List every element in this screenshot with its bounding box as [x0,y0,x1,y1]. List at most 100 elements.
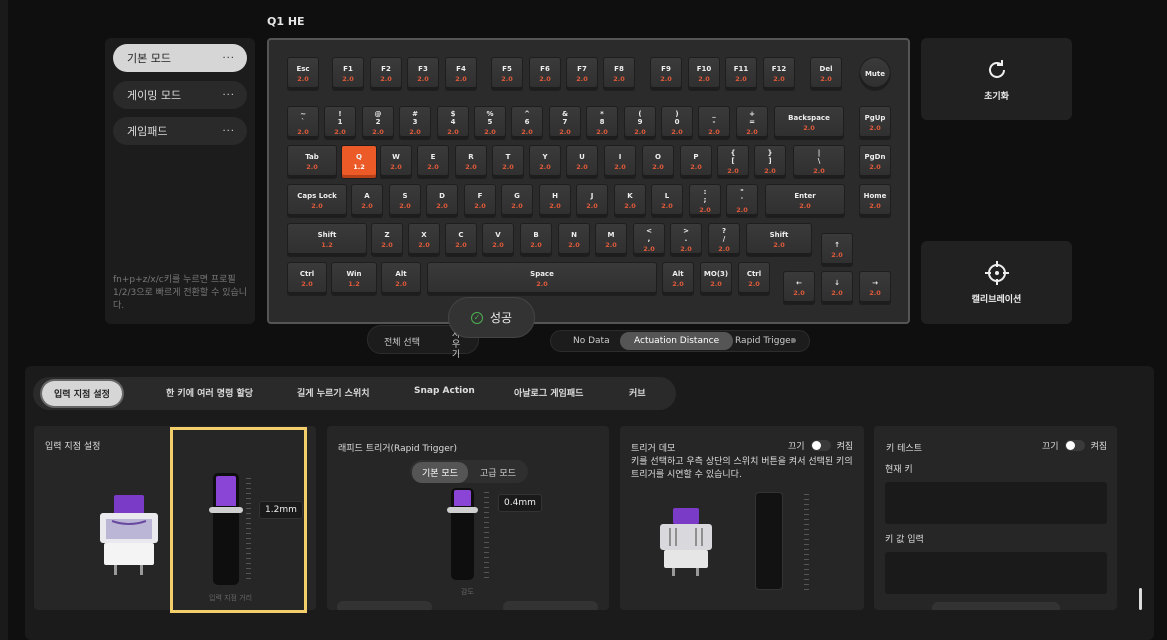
tab-long-press[interactable]: 길게 누르기 스위치 [297,386,370,399]
rapid-option-a[interactable] [337,601,432,610]
key-k[interactable]: K 2.0 [614,184,646,218]
key-t[interactable]: T 2.0 [492,145,524,179]
rapid-handle[interactable] [447,507,478,513]
key--[interactable]: :; 2.0 [689,184,721,218]
key-u[interactable]: U 2.0 [566,145,598,179]
key--[interactable]: | \ 2.0 [793,145,845,179]
key--[interactable]: ↑ 2.0 [821,233,853,267]
tab-analog-gamepad[interactable]: 아날로그 게임패드 [514,386,583,399]
key-f11[interactable]: F11 2.0 [725,57,757,91]
key-pgdn[interactable]: PgDn 2.0 [859,145,891,179]
key-p[interactable]: P 2.0 [680,145,712,179]
key-f3[interactable]: F3 2.0 [407,57,439,91]
key--9[interactable]: (9 2.0 [624,106,656,140]
keytest-switch[interactable] [1064,440,1085,451]
key-n[interactable]: N 2.0 [558,223,590,257]
seg-no-data[interactable]: No Data [573,336,610,346]
tab-multi-command[interactable]: 한 키에 여러 명령 할당 [166,386,253,399]
key-s[interactable]: S 2.0 [389,184,421,218]
seg-actuation[interactable]: Actuation Distance [620,332,734,350]
key-pgup[interactable]: PgUp 2.0 [859,106,891,140]
key-f7[interactable]: F7 2.0 [566,57,598,91]
key-c[interactable]: C 2.0 [445,223,477,257]
key-v[interactable]: V 2.0 [482,223,514,257]
key-f6[interactable]: F6 2.0 [529,57,561,91]
key-a[interactable]: A 2.0 [351,184,383,218]
rapid-option-b[interactable] [503,601,598,610]
key-mute[interactable]: Mute [859,57,891,91]
key-mo-3-[interactable]: MO(3) 2.0 [700,262,732,296]
key-i[interactable]: I 2.0 [604,145,636,179]
mode-item-basic[interactable]: 기본 모드 ··· [113,44,247,72]
key-alt[interactable]: Alt 2.0 [381,262,421,296]
key--3[interactable]: #3 2.0 [399,106,431,140]
demo-toggle[interactable]: 끄기 켜짐 [788,439,853,452]
key-f4[interactable]: F4 2.0 [445,57,477,91]
key--0[interactable]: ) 0 2.0 [661,106,693,140]
key--[interactable]: ← 2.0 [783,271,815,305]
key--6[interactable]: ^ 6 2.0 [511,106,543,140]
tab-snap-action[interactable]: Snap Action [414,386,475,396]
key--[interactable]: >. 2.0 [670,223,702,257]
scrollbar[interactable] [1139,588,1142,610]
key-ctrl[interactable]: Ctrl 2.0 [738,262,770,296]
key--[interactable]: {[2.0 [717,145,749,179]
more-icon[interactable]: ··· [222,126,235,137]
key-j[interactable]: J 2.0 [576,184,608,218]
key-f2[interactable]: F2 2.0 [370,57,402,91]
key--[interactable]: }] 2.0 [754,145,786,179]
key--1[interactable]: ! 1 2.0 [324,106,356,140]
key-shift[interactable]: Shift 2.0 [746,223,812,257]
key-space[interactable]: Space 2.0 [427,262,657,296]
key-l[interactable]: L 2.0 [651,184,683,218]
select-all-button[interactable]: 전체 선택 [384,335,420,348]
key-f5[interactable]: F5 2.0 [491,57,523,91]
key--5[interactable]: % 5 2.0 [474,106,506,140]
key--[interactable]: <, 2.0 [633,223,665,257]
keytest-toggle[interactable]: 끄기 켜짐 [1042,439,1107,452]
key-f10[interactable]: F10 2.0 [688,57,720,91]
key-f1[interactable]: F1 2.0 [332,57,364,91]
rapid-mode-advanced[interactable]: 고급 모드 [480,466,516,479]
reset-button[interactable]: 초기화 [921,38,1072,120]
key-g[interactable]: G 2.0 [501,184,533,218]
key--8[interactable]: * 8 2.0 [586,106,618,140]
more-icon[interactable]: ··· [222,53,235,64]
key--[interactable]: " ' 2.0 [726,184,758,218]
key-home[interactable]: Home 2.0 [859,184,891,218]
key-enter[interactable]: Enter 2.0 [765,184,845,218]
key-w[interactable]: W 2.0 [380,145,412,179]
key-r[interactable]: R 2.0 [455,145,487,179]
key-o[interactable]: O 2.0 [642,145,674,179]
key-backspace[interactable]: Backspace 2.0 [774,106,844,140]
more-icon[interactable]: ··· [222,90,235,101]
key-q[interactable]: Q 1.2 [341,145,377,179]
key-caps-lock[interactable]: Caps Lock 2.0 [287,184,347,218]
key-y[interactable]: Y 2.0 [529,145,561,179]
key-e[interactable]: E 2.0 [417,145,449,179]
key--[interactable]: + = 2.0 [736,106,768,140]
key-win[interactable]: Win 1.2 [331,262,377,296]
key--2[interactable]: @2 2.0 [362,106,394,140]
seg-rapid[interactable]: Rapid Trigger [735,336,794,346]
key-f9[interactable]: F9 2.0 [650,57,682,91]
key--7[interactable]: & 7 2.0 [549,106,581,140]
key--[interactable]: _ - 2.0 [698,106,730,140]
tab-actuation[interactable]: 입력 지점 설정 [42,381,122,406]
key-h[interactable]: H 2.0 [539,184,571,218]
key-ctrl[interactable]: Ctrl 2.0 [287,262,327,296]
key-m[interactable]: M 2.0 [595,223,627,257]
key-f8[interactable]: F8 2.0 [603,57,635,91]
key-del[interactable]: Del 2.0 [810,57,842,91]
mode-item-gamepad[interactable]: 게임패드 ··· [113,117,247,145]
key-f[interactable]: F 2.0 [464,184,496,218]
key-d[interactable]: D 2.0 [426,184,458,218]
tab-curve[interactable]: 커브 [629,386,646,399]
key--[interactable]: ~ ` 2.0 [287,106,319,140]
demo-switch[interactable] [810,440,831,451]
key-shift[interactable]: Shift 1.2 [287,223,367,257]
key--4[interactable]: $4 2.0 [437,106,469,140]
calibrate-button[interactable]: 캘리브레이션 [921,241,1072,324]
mode-item-gaming[interactable]: 게이밍 모드 ··· [113,81,247,109]
key-tab[interactable]: Tab 2.0 [287,145,337,179]
